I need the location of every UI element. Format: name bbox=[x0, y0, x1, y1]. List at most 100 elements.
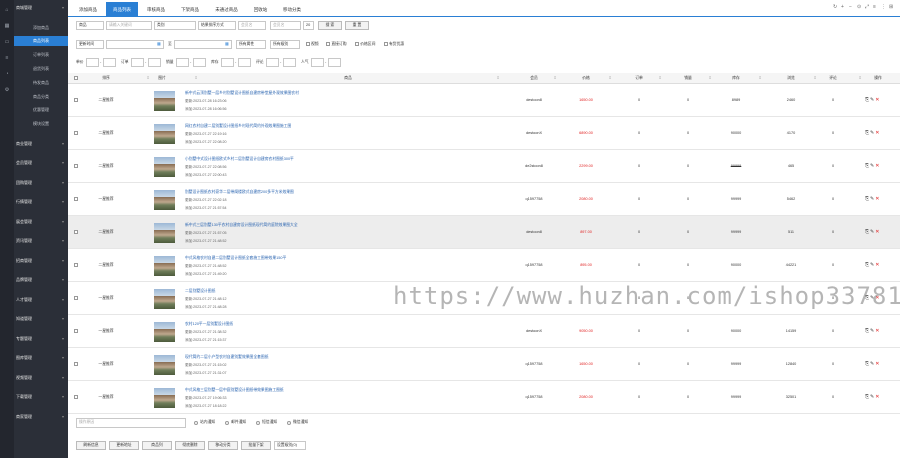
row-checkbox[interactable] bbox=[74, 164, 78, 168]
row-checkbox[interactable] bbox=[74, 296, 78, 300]
product-thumbnail[interactable] bbox=[154, 124, 175, 144]
sidebar-item[interactable]: 订单列表 bbox=[14, 50, 68, 60]
range-max-input[interactable] bbox=[148, 58, 161, 67]
edit-icon[interactable]: ✎ bbox=[870, 97, 874, 103]
product-thumbnail[interactable] bbox=[154, 388, 175, 408]
bulk-action-button[interactable]: 更新地址 bbox=[109, 441, 139, 450]
row-checkbox[interactable] bbox=[74, 131, 78, 135]
date-from-input[interactable] bbox=[106, 40, 164, 49]
product-title-link[interactable]: 中式风格三层别墅一层中庭别墅设计图纸带效果图施工图纸 bbox=[185, 388, 284, 393]
tab-2[interactable]: 审核商品 bbox=[140, 2, 172, 17]
member-name[interactable]: de2stoon8 bbox=[514, 150, 554, 183]
bulk-action-button[interactable]: 刷新信息 bbox=[76, 441, 106, 450]
copy-icon[interactable]: ⎘ bbox=[865, 262, 869, 268]
row-checkbox[interactable] bbox=[74, 362, 78, 366]
refresh-icon[interactable]: ↻ bbox=[833, 4, 837, 10]
home-icon[interactable]: ⌂ bbox=[3, 6, 11, 14]
filter-checkbox[interactable] bbox=[355, 42, 360, 46]
sidebar-item[interactable]: 展会管理 ▾ bbox=[14, 217, 68, 227]
sort-icon[interactable]: ⇕ bbox=[813, 73, 817, 84]
tab-6[interactable]: 移动分类 bbox=[276, 2, 308, 17]
edit-icon[interactable]: ✎ bbox=[870, 163, 874, 169]
zoom-icon[interactable]: ⊙ bbox=[857, 4, 861, 10]
delete-icon[interactable]: ✕ bbox=[875, 328, 879, 334]
member-name[interactable]: destoon8 bbox=[514, 84, 554, 117]
set-level-select[interactable]: 设置级别(0) bbox=[274, 441, 306, 450]
range-min-input[interactable] bbox=[221, 58, 234, 67]
product-thumbnail[interactable] bbox=[154, 322, 175, 342]
sort-icon[interactable]: ⇕ bbox=[658, 73, 662, 84]
date-to-input[interactable] bbox=[174, 40, 232, 49]
sort-icon[interactable]: ⇕ bbox=[146, 73, 150, 84]
sidebar-item[interactable]: 专题管理 ▾ bbox=[14, 334, 68, 344]
delete-icon[interactable]: ✕ bbox=[875, 229, 879, 235]
sidebar-item[interactable]: 视频管理 ▾ bbox=[14, 373, 68, 383]
sidebar-item[interactable]: 商品分类 bbox=[14, 92, 68, 102]
member-name[interactable]: destoonX bbox=[514, 315, 554, 348]
bell-icon[interactable]: ◔ bbox=[3, 70, 11, 78]
sidebar-item[interactable]: 团购管理 ▾ bbox=[14, 178, 68, 188]
filter-checkbox[interactable] bbox=[306, 42, 310, 46]
tab-5[interactable]: 回收站 bbox=[247, 2, 274, 17]
field-select[interactable]: 商品 bbox=[76, 21, 104, 30]
notify-radio[interactable] bbox=[256, 421, 260, 425]
product-title-link[interactable]: 新中式云顶别墅一层乡村别墅设计图纸自建房带堂屋外观效果图农村 bbox=[185, 91, 299, 96]
sidebar-item[interactable]: 待发商品 bbox=[14, 78, 68, 88]
member-input-2[interactable]: 会员名 bbox=[270, 21, 301, 30]
table-row[interactable]: 二星推荐 小别墅中式设计图纸欧式乡村二层别墅设计自建房农村图纸300平 更新:202… bbox=[68, 150, 900, 183]
product-thumbnail[interactable] bbox=[154, 256, 175, 276]
sort-icon[interactable]: ⇕ bbox=[708, 73, 712, 84]
settings-icon[interactable]: ⊞ bbox=[889, 4, 893, 10]
copy-icon[interactable]: ⎘ bbox=[865, 97, 869, 103]
attribute-select[interactable]: 所有属性 bbox=[236, 40, 266, 49]
row-checkbox[interactable] bbox=[74, 98, 78, 102]
notify-radio[interactable] bbox=[194, 421, 198, 425]
filter-checkbox[interactable] bbox=[326, 42, 331, 46]
sort-icon[interactable]: ⇕ bbox=[553, 73, 557, 84]
edit-icon[interactable]: ✎ bbox=[870, 130, 874, 136]
sidebar-item[interactable]: 招商管理 ▾ bbox=[14, 256, 68, 266]
sidebar-item[interactable]: 人才管理 ▾ bbox=[14, 295, 68, 305]
zoom-out-icon[interactable]: − bbox=[849, 4, 852, 10]
row-checkbox[interactable] bbox=[74, 230, 78, 234]
product-title-link[interactable]: 网红农村自建二层别墅设计图纸乡村现代简约外观效果图施工图 bbox=[185, 124, 291, 129]
table-row[interactable]: 二星推荐 网红农村自建二层别墅设计图纸乡村现代简约外观效果图施工图 更新:2023-… bbox=[68, 117, 900, 150]
range-max-input[interactable] bbox=[238, 58, 251, 67]
delete-icon[interactable]: ✕ bbox=[875, 196, 879, 202]
table-row[interactable]: 一星推荐 现代简约二层小户型农村自建别墅效果图全套图纸 更新:2023-07-27 … bbox=[68, 348, 900, 381]
product-title-link[interactable]: 新中式三层别墅130平农村自建房设计图纸现代简约庭院效果图大全 bbox=[185, 223, 298, 228]
sidebar-item[interactable]: 商城管理 ▾ bbox=[14, 3, 68, 13]
bulk-action-button[interactable]: 批量下架 bbox=[241, 441, 271, 450]
table-row[interactable]: 一星推荐 农村120平一层别墅设计图纸 更新:2023-07-27 21:38:32… bbox=[68, 315, 900, 348]
edit-icon[interactable]: ✎ bbox=[870, 262, 874, 268]
sort-icon[interactable]: ⇕ bbox=[758, 73, 762, 84]
search-button[interactable]: 搜 索 bbox=[318, 21, 342, 30]
sort-icon[interactable]: ⇕ bbox=[858, 73, 862, 84]
range-min-input[interactable] bbox=[131, 58, 144, 67]
member-name[interactable]: q1597758 bbox=[514, 183, 554, 216]
member-name[interactable]: destoon8 bbox=[514, 216, 554, 249]
grid-icon[interactable]: ▦ bbox=[3, 22, 11, 30]
copy-icon[interactable]: ⎘ bbox=[865, 130, 869, 136]
product-thumbnail[interactable] bbox=[154, 355, 175, 375]
keyword-input[interactable]: 请输入关键词 bbox=[106, 21, 152, 30]
table-row[interactable]: 二星推荐 中式风格农村自建二层别墅设计图纸全套施工图带效果150平 更新:2023-… bbox=[68, 249, 900, 282]
menu-icon[interactable]: ⋮ bbox=[881, 4, 886, 10]
delete-icon[interactable]: ✕ bbox=[875, 361, 879, 367]
sidebar-item[interactable]: 下载管理 ▾ bbox=[14, 392, 68, 402]
member-name[interactable]: q1597758 bbox=[514, 249, 554, 282]
range-min-input[interactable] bbox=[266, 58, 279, 67]
table-row[interactable]: 二星推荐 新中式三层别墅130平农村自建房设计图纸现代简约庭院效果图大全 更新:20… bbox=[68, 216, 900, 249]
copy-icon[interactable]: ⎘ bbox=[865, 328, 869, 334]
sort-icon[interactable]: ⇕ bbox=[496, 73, 500, 84]
add-icon[interactable]: + bbox=[841, 4, 844, 10]
range-min-input[interactable] bbox=[86, 58, 99, 67]
level-select[interactable]: 所有级别 bbox=[270, 40, 300, 49]
sidebar-item[interactable]: 图库管理 ▾ bbox=[14, 353, 68, 363]
expand-icon[interactable]: ⤢ bbox=[865, 4, 869, 10]
sidebar-item[interactable]: 品牌管理 ▾ bbox=[14, 275, 68, 285]
copy-icon[interactable]: ⎘ bbox=[865, 229, 869, 235]
product-thumbnail[interactable] bbox=[154, 289, 175, 309]
product-thumbnail[interactable] bbox=[154, 91, 175, 111]
chat-icon[interactable]: ▭ bbox=[3, 38, 11, 46]
